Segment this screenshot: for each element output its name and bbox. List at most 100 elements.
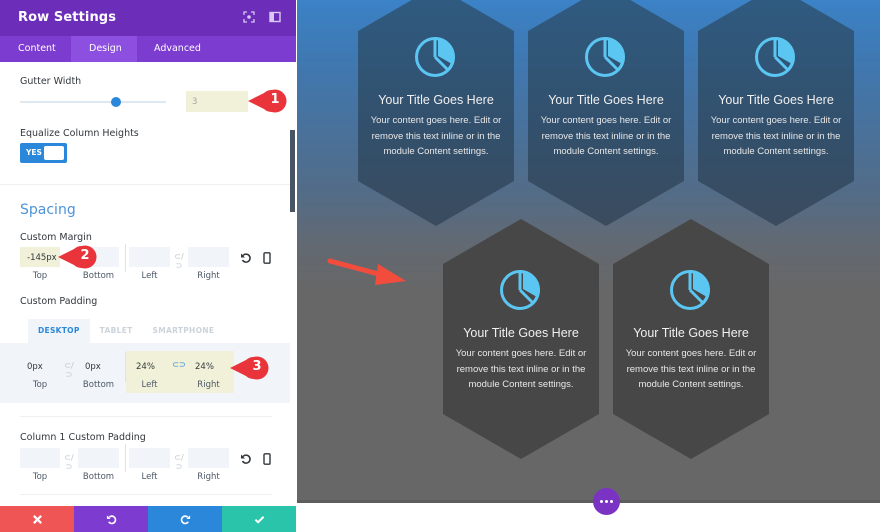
blurb-module[interactable]: Your Title Goes Here Your content goes h… <box>358 0 514 226</box>
device-tab-tablet[interactable]: TABLET <box>90 319 143 343</box>
device-tab-desktop[interactable]: DESKTOP <box>28 319 90 343</box>
tab-advanced[interactable]: Advanced <box>137 36 218 62</box>
annotation-badge-3: 3 <box>228 355 272 381</box>
device-tab-smartphone[interactable]: SMARTPHONE <box>143 319 225 343</box>
blurb-text[interactable]: Your content goes here. Edit or remove t… <box>358 113 514 160</box>
panel-header: Row Settings <box>0 0 296 36</box>
annotation-badge-2: 2 <box>56 244 100 270</box>
col1-padding-left-label: Left <box>141 472 158 482</box>
link-linked-icon[interactable]: ⊂⊃ <box>172 360 186 369</box>
more-options-button[interactable] <box>593 488 620 515</box>
margin-top-label: Top <box>32 271 48 281</box>
margin-right-input[interactable] <box>188 247 229 267</box>
more-dot <box>610 500 613 503</box>
padding-bottom-label: Bottom <box>82 380 115 390</box>
blurb-module[interactable]: Your Title Goes Here Your content goes h… <box>528 0 684 226</box>
col1-padding-top-label: Top <box>32 472 48 482</box>
sidebar-toggle-icon[interactable] <box>269 11 281 23</box>
responsive-phone-icon[interactable] <box>261 252 273 264</box>
divider <box>20 494 272 495</box>
divi-builder: Row Settings Content Design Advanced Gut… <box>0 0 880 532</box>
custom-padding-label: Custom Padding <box>20 296 98 307</box>
spacing-section-title[interactable]: Spacing <box>20 202 76 218</box>
tab-content[interactable]: Content <box>0 36 71 62</box>
divider <box>20 416 272 417</box>
padding-left-input[interactable]: 24% <box>129 356 170 376</box>
pie-chart-icon <box>585 37 625 77</box>
pie-chart-icon <box>670 270 710 310</box>
more-dots-icon <box>600 500 603 503</box>
blurb-module[interactable]: Your Title Goes Here Your content goes h… <box>698 0 854 226</box>
gutter-slider-handle[interactable] <box>111 97 121 107</box>
device-tabs: DESKTOP TABLET SMARTPHONE <box>28 319 224 343</box>
check-icon <box>254 515 264 524</box>
divider <box>0 184 290 185</box>
col1-padding-top-input[interactable] <box>20 448 60 468</box>
link-unlinked-icon[interactable]: ⊂/⊃ <box>172 252 186 270</box>
padding-right-label: Right <box>197 380 220 390</box>
blurb-text[interactable]: Your content goes here. Edit or remove t… <box>528 113 684 160</box>
blurb-content: Your Title Goes Here Your content goes h… <box>613 267 769 393</box>
margin-left-label: Left <box>141 271 158 281</box>
blurb-title[interactable]: Your Title Goes Here <box>358 93 514 107</box>
margin-right-label: Right <box>197 271 220 281</box>
reset-icon[interactable] <box>240 453 252 465</box>
gutter-width-label: Gutter Width <box>20 76 82 87</box>
equalize-heights-label: Equalize Column Heights <box>20 128 139 139</box>
custom-margin-label: Custom Margin <box>20 232 92 243</box>
pie-chart-icon <box>415 37 455 77</box>
annotation-arrow-icon <box>327 258 406 285</box>
link-unlinked-icon[interactable]: ⊂/⊃ <box>172 453 186 471</box>
close-icon <box>32 514 42 524</box>
separator <box>125 244 126 272</box>
link-unlinked-icon[interactable]: ⊂/⊃ <box>62 453 76 471</box>
col1-padding-right-label: Right <box>197 472 220 482</box>
screenshot-icon[interactable] <box>243 11 255 23</box>
padding-right-input[interactable]: 24% <box>188 356 229 376</box>
redo-icon <box>180 514 190 524</box>
discard-button[interactable] <box>0 506 74 532</box>
redo-button[interactable] <box>148 506 222 532</box>
tab-design[interactable]: Design <box>71 36 137 62</box>
pie-chart-icon <box>755 37 795 77</box>
separator <box>125 444 126 472</box>
blurb-text[interactable]: Your content goes here. Edit or remove t… <box>443 346 599 393</box>
responsive-phone-icon[interactable] <box>261 453 273 465</box>
gutter-width-input[interactable]: 3 <box>186 91 248 112</box>
margin-left-input[interactable] <box>129 247 170 267</box>
separator <box>125 352 126 382</box>
padding-bottom-input[interactable]: 0px <box>78 356 119 376</box>
blurb-text[interactable]: Your content goes here. Edit or remove t… <box>698 113 854 160</box>
column1-padding-label: Column 1 Custom Padding <box>20 432 146 443</box>
blurb-content: Your Title Goes Here Your content goes h… <box>528 34 684 160</box>
panel-tabs: Content Design Advanced <box>0 36 296 62</box>
toggle-knob <box>44 146 64 160</box>
annotation-badge-1: 1 <box>246 88 290 114</box>
blurb-title[interactable]: Your Title Goes Here <box>528 93 684 107</box>
blurb-module[interactable]: Your Title Goes Here Your content goes h… <box>443 219 599 459</box>
blurb-title[interactable]: Your Title Goes Here <box>443 326 599 340</box>
col1-padding-left-input[interactable] <box>129 448 170 468</box>
link-unlinked-icon[interactable]: ⊂/⊃ <box>62 361 76 379</box>
col1-padding-right-input[interactable] <box>188 448 229 468</box>
padding-top-input[interactable]: 0px <box>20 356 60 376</box>
blurb-title[interactable]: Your Title Goes Here <box>613 326 769 340</box>
blurb-content: Your Title Goes Here Your content goes h… <box>358 34 514 160</box>
reset-icon[interactable] <box>240 252 252 264</box>
undo-button[interactable] <box>74 506 148 532</box>
panel-title: Row Settings <box>18 10 117 25</box>
blurb-title[interactable]: Your Title Goes Here <box>698 93 854 107</box>
panel-scrollbar[interactable] <box>290 130 295 212</box>
blurb-text[interactable]: Your content goes here. Edit or remove t… <box>613 346 769 393</box>
margin-top-input[interactable]: -145px <box>20 247 60 267</box>
blurb-module[interactable]: Your Title Goes Here Your content goes h… <box>613 219 769 459</box>
equalize-heights-toggle[interactable]: YES <box>20 143 67 163</box>
padding-top-label: Top <box>32 380 48 390</box>
gutter-slider-track[interactable] <box>20 101 166 103</box>
col1-padding-bottom-input[interactable] <box>78 448 119 468</box>
row-settings-panel: Row Settings Content Design Advanced Gut… <box>0 0 296 532</box>
blurb-content: Your Title Goes Here Your content goes h… <box>698 34 854 160</box>
save-button[interactable] <box>222 506 296 532</box>
panel-action-bar <box>0 506 296 532</box>
blurb-content: Your Title Goes Here Your content goes h… <box>443 267 599 393</box>
